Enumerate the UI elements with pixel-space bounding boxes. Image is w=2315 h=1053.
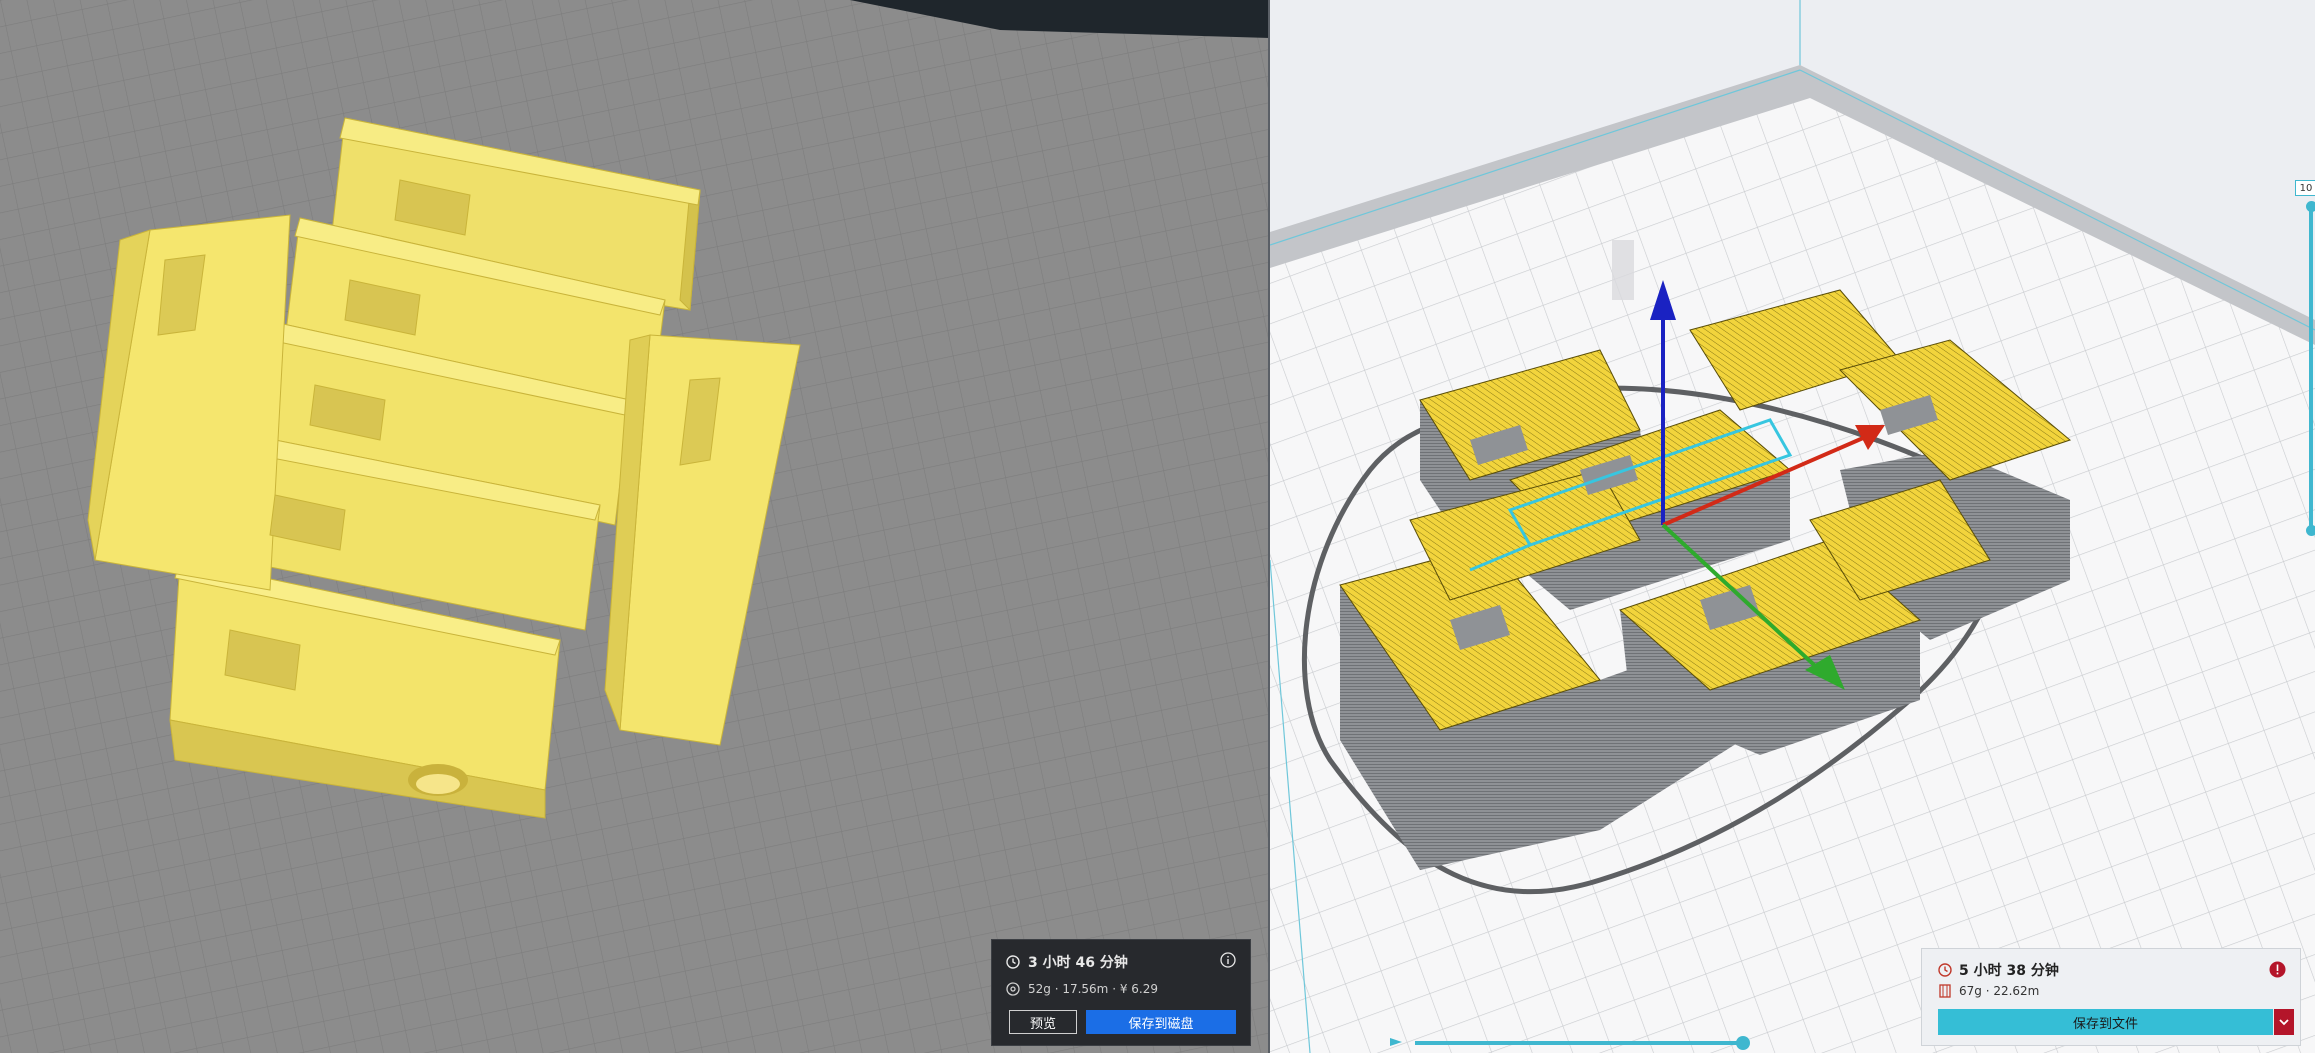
print-summary-panel: 3 小时 46 分钟 52g · 17.56m · ¥ 6.29 预览 保存到磁… bbox=[991, 939, 1251, 1046]
chevron-down-icon bbox=[2279, 1019, 2289, 1026]
print-time: 3 小时 46 分钟 bbox=[1028, 955, 1128, 971]
preview-button[interactable]: 预览 bbox=[1009, 1010, 1077, 1034]
material-row: 67g · 22.62m bbox=[1938, 984, 2039, 998]
clock-icon bbox=[1938, 963, 1952, 977]
left-viewport[interactable]: 3 小时 46 分钟 52g · 17.56m · ¥ 6.29 预览 保存到磁… bbox=[0, 0, 1270, 1053]
play-icon[interactable] bbox=[1388, 1034, 1404, 1050]
layer-number-label[interactable]: 10 bbox=[2295, 180, 2315, 196]
spool-icon bbox=[1939, 984, 1951, 998]
layer-slider[interactable] bbox=[2309, 207, 2313, 532]
path-slider[interactable] bbox=[1415, 1041, 1743, 1045]
save-options-dropdown[interactable] bbox=[2274, 1009, 2294, 1035]
material-usage: 67g · 22.62m bbox=[1959, 984, 2040, 998]
left-scene bbox=[0, 0, 1270, 1053]
print-time-row: 5 小时 38 分钟 bbox=[1938, 960, 2059, 980]
info-icon[interactable] bbox=[1220, 952, 1236, 968]
save-to-disk-button[interactable]: 保存到磁盘 bbox=[1086, 1010, 1236, 1034]
print-summary-panel-right: 5 小时 38 分钟 67g · 22.62m 保存到文件 bbox=[1921, 948, 2301, 1046]
right-scene bbox=[1270, 0, 2315, 1053]
save-to-file-button[interactable]: 保存到文件 bbox=[1938, 1009, 2273, 1035]
path-slider-handle[interactable] bbox=[1736, 1036, 1750, 1050]
layer-slider-top-handle[interactable] bbox=[2306, 201, 2315, 212]
spool-icon bbox=[1006, 982, 1020, 996]
material-row: 52g · 17.56m · ¥ 6.29 bbox=[1006, 982, 1158, 996]
print-time-row: 3 小时 46 分钟 bbox=[1006, 952, 1128, 972]
layer-slider-bottom-handle[interactable] bbox=[2306, 525, 2315, 536]
right-viewport[interactable] bbox=[1270, 0, 2315, 1053]
alert-icon[interactable] bbox=[2269, 961, 2286, 978]
print-time: 5 小时 38 分钟 bbox=[1959, 963, 2059, 979]
material-usage: 52g · 17.56m · ¥ 6.29 bbox=[1028, 982, 1158, 996]
clock-icon bbox=[1006, 955, 1020, 969]
